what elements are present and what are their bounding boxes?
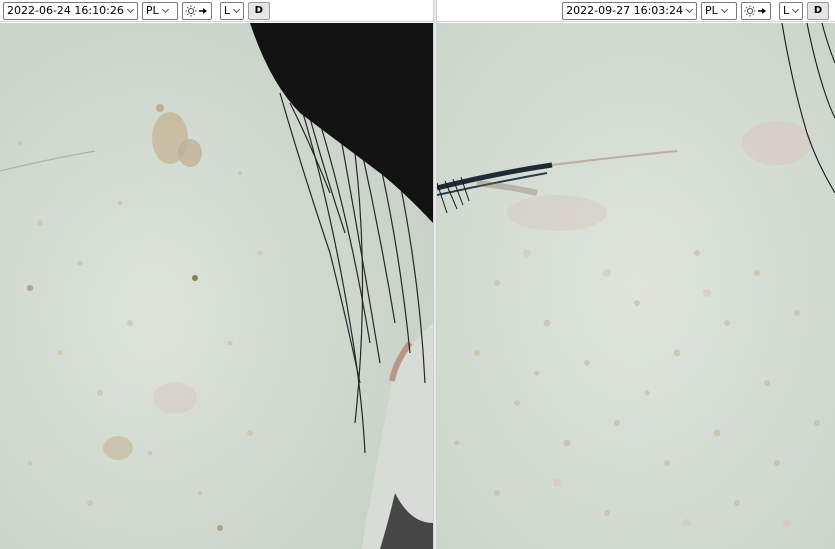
right-image-panel: 2022-09-27 16:03:24 PL L D [437, 0, 835, 549]
left-d-button[interactable]: D [247, 1, 270, 20]
chevron-down-icon [721, 7, 729, 15]
left-light-toggle-button[interactable] [181, 1, 212, 20]
chevron-down-icon [792, 7, 800, 15]
chevron-down-icon [233, 7, 241, 15]
left-skin-photo [0, 23, 433, 549]
right-mode-value: PL [705, 4, 718, 17]
sun-arrow-icon [185, 5, 207, 16]
right-d-button[interactable]: D [807, 1, 829, 20]
chevron-down-icon [127, 7, 135, 15]
left-side-value: L [223, 4, 230, 17]
left-mode-select[interactable]: PL [141, 1, 178, 20]
right-side-select[interactable]: L [779, 1, 803, 20]
right-toolbar: 2022-09-27 16:03:24 PL L D [437, 0, 835, 22]
right-skin-photo [437, 23, 835, 549]
left-side-select[interactable]: L [219, 1, 244, 20]
left-image-panel: 2022-06-24 16:10:26 PL L D [0, 0, 433, 549]
left-toolbar: 2022-06-24 16:10:26 PL L D [0, 0, 433, 22]
chevron-down-icon [162, 7, 170, 15]
left-datetime-value: 2022-06-24 16:10:26 [7, 4, 124, 17]
skin-image-right [437, 23, 835, 549]
sun-arrow-icon [744, 5, 766, 16]
right-mode-select[interactable]: PL [701, 1, 737, 20]
right-datetime-select[interactable]: 2022-09-27 16:03:24 [562, 1, 697, 20]
chevron-down-icon [686, 7, 694, 15]
right-light-toggle-button[interactable] [741, 1, 771, 20]
right-datetime-value: 2022-09-27 16:03:24 [566, 4, 683, 17]
left-mode-value: PL [145, 4, 159, 17]
skin-image-left [0, 23, 433, 549]
left-datetime-select[interactable]: 2022-06-24 16:10:26 [3, 1, 138, 20]
right-side-value: L [783, 4, 790, 17]
